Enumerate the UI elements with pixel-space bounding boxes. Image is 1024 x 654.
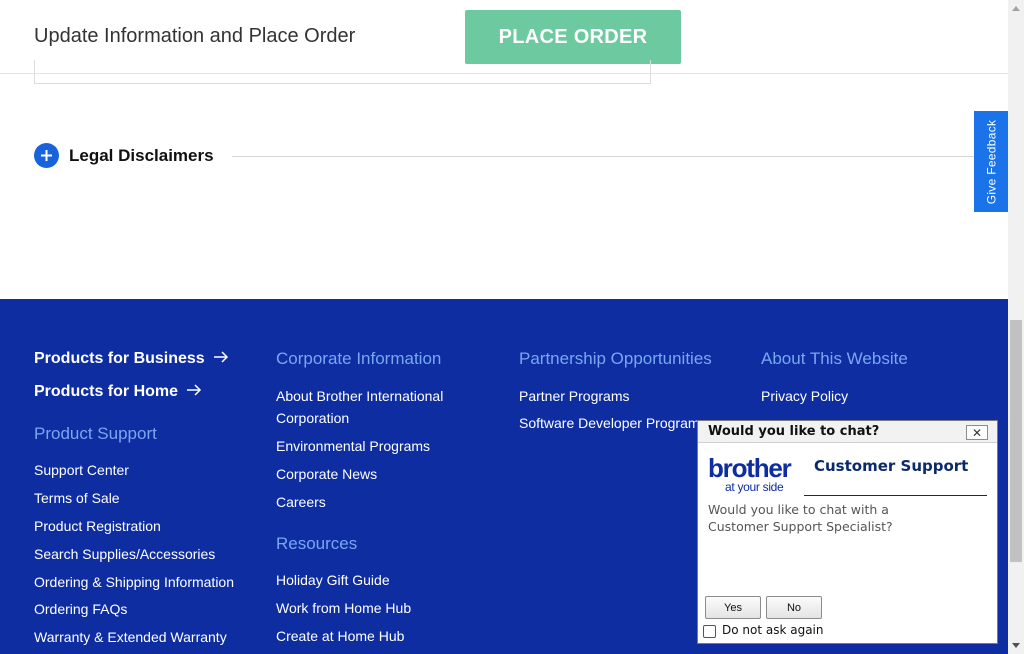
do-not-ask-checkbox[interactable]	[703, 625, 716, 638]
close-icon[interactable]: ✕	[966, 425, 988, 440]
footer-link-about-brother-corporation[interactable]: Corporation	[276, 407, 349, 429]
page-title: Update Information and Place Order	[34, 25, 356, 47]
about-this-website-heading[interactable]: About This Website	[761, 349, 908, 369]
footer-link-corporate-news[interactable]: Corporate News	[276, 463, 377, 485]
footer-link-privacy-policy[interactable]: Privacy Policy	[761, 385, 848, 407]
scroll-up-arrow-icon[interactable]	[1008, 0, 1024, 16]
footer-link-work-from-home[interactable]: Work from Home Hub	[276, 597, 411, 619]
previous-section-box	[34, 60, 651, 84]
do-not-ask-label[interactable]: Do not ask again	[722, 623, 824, 637]
footer-link-product-registration[interactable]: Product Registration	[34, 515, 161, 537]
products-for-home-link[interactable]: Products for Home	[34, 383, 202, 401]
brother-logo: brother at your side	[708, 455, 804, 495]
chat-no-button[interactable]: No	[766, 596, 822, 619]
footer-link-terms-of-sale[interactable]: Terms of Sale	[34, 487, 120, 509]
legal-disclaimers-label[interactable]: Legal Disclaimers	[69, 146, 214, 166]
chat-dialog-header: Would you like to chat? ✕	[698, 421, 997, 443]
partnership-opportunities-heading[interactable]: Partnership Opportunities	[519, 349, 712, 369]
footer-link-ordering-shipping[interactable]: Ordering & Shipping Information	[34, 571, 234, 593]
page-scrollbar[interactable]	[1008, 0, 1024, 654]
resources-heading[interactable]: Resources	[276, 534, 357, 554]
corporate-information-heading[interactable]: Corporate Information	[276, 349, 441, 369]
give-feedback-tab[interactable]: Give Feedback	[974, 111, 1008, 212]
give-feedback-label: Give Feedback	[984, 119, 999, 204]
place-order-button[interactable]: PLACE ORDER	[465, 10, 681, 64]
chat-dialog-title: Would you like to chat?	[708, 424, 880, 439]
arrow-right-icon	[187, 384, 202, 396]
footer-link-holiday-gift-guide[interactable]: Holiday Gift Guide	[276, 569, 390, 591]
products-for-business-label: Products for Business	[34, 350, 205, 367]
brother-tagline: at your side	[725, 480, 784, 494]
footer-link-search-supplies[interactable]: Search Supplies/Accessories	[34, 543, 215, 565]
products-for-home-label: Products for Home	[34, 383, 179, 400]
footer-link-create-at-home[interactable]: Create at Home Hub	[276, 625, 404, 647]
plus-circle-icon[interactable]	[34, 143, 59, 168]
scroll-down-arrow-icon[interactable]	[1008, 638, 1024, 654]
footer-link-warranty[interactable]: Warranty & Extended Warranty	[34, 626, 227, 648]
legal-disclaimers-row[interactable]: Legal Disclaimers	[34, 143, 1008, 169]
footer-link-careers[interactable]: Careers	[276, 491, 326, 513]
footer-link-environmental-programs[interactable]: Environmental Programs	[276, 435, 430, 457]
footer-link-ordering-faqs[interactable]: Ordering FAQs	[34, 598, 127, 620]
products-for-business-link[interactable]: Products for Business	[34, 350, 229, 368]
brother-wordmark: brother	[708, 453, 792, 483]
divider	[804, 495, 987, 496]
chat-yes-button[interactable]: Yes	[705, 596, 761, 619]
chat-invite-dialog: Would you like to chat? ✕ brother at you…	[697, 420, 998, 644]
customer-support-title: Customer Support	[814, 457, 969, 475]
footer-link-partner-programs[interactable]: Partner Programs	[519, 385, 629, 407]
chat-message: Would you like to chat with a Customer S…	[708, 502, 893, 534]
footer-link-software-developer[interactable]: Software Developer Program	[519, 412, 700, 434]
product-support-heading[interactable]: Product Support	[34, 424, 157, 444]
scrollbar-thumb[interactable]	[1010, 320, 1022, 562]
divider	[232, 156, 1008, 157]
plus-icon	[41, 150, 52, 161]
footer-link-support-center[interactable]: Support Center	[34, 459, 129, 481]
footer-link-about-brother[interactable]: About Brother International	[276, 385, 443, 407]
arrow-right-icon	[214, 351, 229, 363]
